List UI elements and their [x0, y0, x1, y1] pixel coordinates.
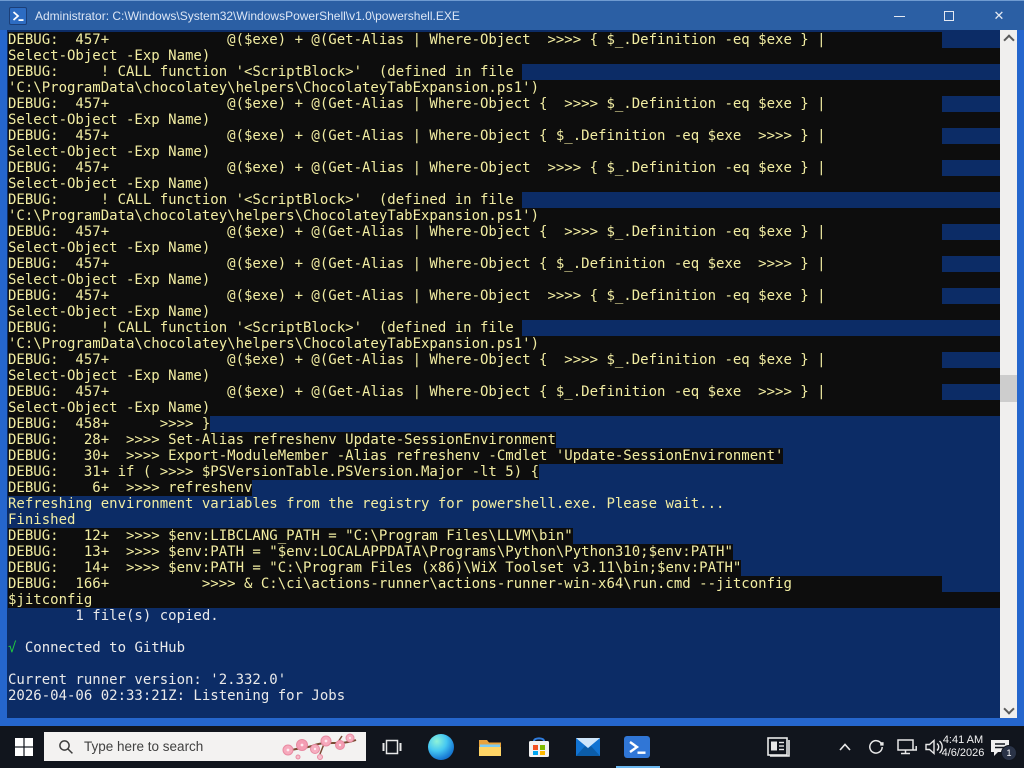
chevron-up-icon	[839, 743, 851, 751]
console-line: Select-Object -Exp Name)	[8, 144, 1000, 160]
console-line: DEBUG: 12+ >>>> $env:LIBCLANG_PATH = "C:…	[8, 528, 573, 544]
console-line: DEBUG: 14+ >>>> $env:PATH = "C:\Program …	[8, 560, 742, 576]
scroll-up-button[interactable]	[1000, 30, 1017, 46]
console-line: DEBUG: 457+ @($exe) + @(Get-Alias | Wher…	[8, 384, 1000, 400]
search-icon	[59, 739, 73, 754]
mail-button[interactable]	[564, 726, 612, 768]
console-line: DEBUG: 457+ @($exe) + @(Get-Alias | Wher…	[8, 224, 1000, 240]
network-button[interactable]	[892, 726, 922, 768]
console-line: 2026-04-06 02:33:21Z: Listening for Jobs	[8, 688, 346, 704]
console-line: DEBUG: ! CALL function '<ScriptBlock>' (…	[8, 320, 523, 336]
console-line: DEBUG: 28+ >>>> Set-Alias refreshenv Upd…	[8, 432, 556, 448]
network-icon	[897, 739, 917, 755]
console-line: Finished	[8, 512, 76, 528]
task-view-icon	[382, 739, 402, 755]
sync-status-icon	[869, 739, 884, 754]
console-line: $jitconfig	[8, 592, 1000, 608]
console-line: DEBUG: 458+ >>>> }	[8, 416, 211, 432]
title-bar[interactable]: Administrator: C:\Windows\System32\Windo…	[0, 0, 1024, 30]
news-widget-icon	[767, 737, 790, 757]
console-line: Select-Object -Exp Name)	[8, 400, 1000, 416]
chevron-up-icon	[1002, 34, 1015, 46]
chevron-down-icon	[1002, 703, 1015, 715]
vertical-scrollbar[interactable]	[1000, 30, 1017, 718]
console-line: 'C:\ProgramData\chocolatey\helpers\Choco…	[8, 336, 1000, 352]
close-button[interactable]: ✕	[974, 1, 1024, 31]
powershell-window: Administrator: C:\Windows\System32\Windo…	[0, 0, 1024, 726]
console-line: Select-Object -Exp Name)	[8, 112, 1000, 128]
task-view-button[interactable]	[368, 726, 416, 768]
console-line: DEBUG: 457+ @($exe) + @(Get-Alias | Wher…	[8, 128, 1000, 144]
edge-browser-button[interactable]	[417, 726, 465, 768]
console-line: DEBUG: ! CALL function '<ScriptBlock>' (…	[8, 192, 523, 208]
minimize-button[interactable]	[874, 1, 924, 31]
window-title: Administrator: C:\Windows\System32\Windo…	[35, 8, 460, 23]
console-line: DEBUG: 31+ if ( >>>> $PSVersionTable.PSV…	[8, 464, 540, 480]
file-explorer-button[interactable]	[466, 726, 514, 768]
console-line: Select-Object -Exp Name)	[8, 48, 1000, 64]
maximize-icon	[944, 11, 954, 21]
console-line: Refreshing environment variables from th…	[8, 496, 725, 512]
tray-sync-button[interactable]	[862, 726, 890, 768]
scroll-down-button[interactable]	[1000, 702, 1017, 718]
search-input[interactable]: Type here to search	[44, 732, 366, 761]
microsoft-store-icon	[529, 737, 549, 757]
powershell-taskbar-icon	[624, 736, 650, 758]
console-line: 'C:\ProgramData\chocolatey\helpers\Choco…	[8, 208, 1000, 224]
console-line: Select-Object -Exp Name)	[8, 176, 1000, 192]
console-line: DEBUG: 457+ @($exe) + @(Get-Alias | Wher…	[8, 96, 1000, 112]
console-line: DEBUG: 457+ @($exe) + @(Get-Alias | Wher…	[8, 352, 1000, 368]
console-line: DEBUG: 30+ >>>> Export-ModuleMember -Ali…	[8, 448, 784, 464]
tray-expand-button[interactable]	[832, 726, 858, 768]
scrollbar-thumb[interactable]	[1000, 375, 1017, 402]
console-line: Select-Object -Exp Name)	[8, 272, 1000, 288]
powershell-icon	[9, 6, 27, 25]
file-explorer-icon	[479, 740, 501, 756]
widgets-button[interactable]	[756, 726, 802, 768]
console-line: 1 file(s) copied.	[8, 608, 219, 624]
minimize-icon	[893, 15, 905, 17]
console-line: DEBUG: 6+ >>>> refreshenv	[8, 480, 253, 496]
console-line: DEBUG: 457+ @($exe) + @(Get-Alias | Wher…	[8, 256, 1000, 272]
action-center-button[interactable]: 1	[980, 726, 1020, 768]
console-line: DEBUG: 166+ >>>> & C:\ci\actions-runner\…	[8, 576, 1000, 592]
console-line: Select-Object -Exp Name)	[8, 368, 1000, 384]
console-line: DEBUG: ! CALL function '<ScriptBlock>' (…	[8, 64, 523, 80]
console-line: Current runner version: '2.332.0'	[8, 672, 287, 688]
edge-icon	[428, 734, 454, 760]
console-line: DEBUG: 457+ @($exe) + @(Get-Alias | Wher…	[8, 160, 1000, 176]
console-line: Select-Object -Exp Name)	[8, 240, 1000, 256]
mail-icon	[576, 738, 600, 756]
maximize-button[interactable]	[924, 1, 974, 31]
console-line: DEBUG: 13+ >>>> $env:PATH = "$env:LOCALA…	[8, 544, 733, 560]
console-line: √ Connected to GitHub	[8, 640, 186, 656]
console-output[interactable]: DEBUG: 457+ @($exe) + @(Get-Alias | Wher…	[7, 30, 1000, 718]
cherry-blossom-decoration	[282, 733, 357, 760]
console-line: Select-Object -Exp Name)	[8, 304, 1000, 320]
console-line: DEBUG: 457+ @($exe) + @(Get-Alias | Wher…	[8, 288, 1000, 304]
console-line: 'C:\ProgramData\chocolatey\helpers\Choco…	[8, 80, 1000, 96]
powershell-taskbar-button[interactable]	[613, 726, 661, 768]
close-icon: ✕	[993, 8, 1005, 24]
start-button[interactable]	[0, 726, 48, 768]
windows-logo-icon	[15, 738, 33, 756]
notification-badge: 1	[1001, 745, 1017, 761]
console-line: DEBUG: 457+ @($exe) + @(Get-Alias | Wher…	[8, 32, 1000, 48]
console-area: DEBUG: 457+ @($exe) + @(Get-Alias | Wher…	[0, 30, 1024, 726]
taskbar: Type here to search 4:41 AM 4/6/2026 1	[0, 726, 1024, 768]
microsoft-store-button[interactable]	[515, 726, 563, 768]
